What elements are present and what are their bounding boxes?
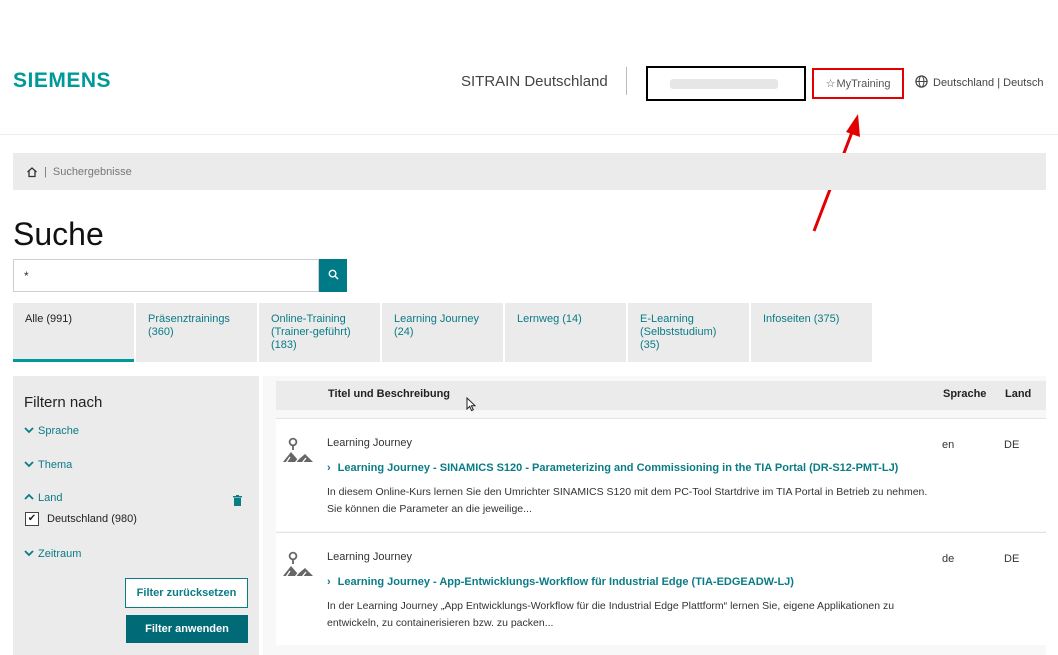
search-button[interactable] [319,259,347,292]
header-separator [0,134,1058,135]
redacted-user-field [646,66,806,101]
result-title: Learning Journey - App-Entwicklungs-Work… [337,576,794,588]
result-title-link[interactable]: › Learning Journey - SINAMICS S120 - Par… [327,462,898,474]
results-panel: Titel und Beschreibung Sprache Land Lear… [263,376,1046,655]
learning-journey-icon [281,550,315,585]
column-language[interactable]: Sprache [943,388,986,400]
mouse-cursor-icon [466,396,477,415]
tab-e-learning[interactable]: E-Learning (Selbststudium) (35) [628,303,749,362]
tab-online-training[interactable]: Online-Training (Trainer-geführt) (183) [259,303,380,362]
chevron-down-icon [24,548,34,560]
results-header: Titel und Beschreibung Sprache Land [276,381,1046,412]
result-row: Learning Journey › Learning Journey - SI… [276,418,1046,531]
facet-zeitraum[interactable]: Zeitraum [24,548,81,560]
apply-filter-button[interactable]: Filter anwenden [126,615,248,643]
chevron-down-icon [24,459,34,471]
column-title[interactable]: Titel und Beschreibung [328,388,450,400]
facet-label: Zeitraum [38,548,82,560]
trash-icon[interactable] [233,493,242,511]
tab-alle[interactable]: Alle (991) [13,303,134,362]
mytraining-label: MyTraining [836,77,891,90]
redacted-blur [670,79,778,89]
facet-land[interactable]: Land [24,492,62,504]
result-language: de [942,553,955,565]
result-language: en [942,439,955,451]
chevron-right-icon: › [327,462,331,474]
result-category: Learning Journey [327,437,413,449]
result-title: Learning Journey - SINAMICS S120 - Param… [337,462,899,474]
tab-learning-journey[interactable]: Learning Journey (24) [382,303,503,362]
facet-sprache[interactable]: Sprache [24,425,79,437]
facet-thema[interactable]: Thema [24,459,72,471]
home-icon[interactable] [26,166,38,178]
tab-lernweg[interactable]: Lernweg (14) [505,303,626,362]
result-country: DE [1004,553,1020,565]
checkbox-checked[interactable]: ✔ [25,512,39,526]
tab-praesenztrainings[interactable]: Präsenztrainings (360) [136,303,257,362]
chevron-down-icon [24,425,34,437]
facet-label: Thema [38,459,73,471]
facet-label: Land [38,492,63,504]
site-title[interactable]: SITRAIN Deutschland [461,73,608,90]
learning-journey-icon [281,436,315,471]
breadcrumb: | Suchergebnisse [13,153,1046,190]
land-option-label: Deutschland (980) [47,513,137,525]
column-country[interactable]: Land [1005,388,1031,400]
result-description: In der Learning Journey „App Entwicklung… [327,600,895,629]
mytraining-link[interactable]: ☆ MyTraining [812,68,904,99]
breadcrumb-separator: | [44,165,47,178]
search-input[interactable] [13,259,319,292]
breadcrumb-current: Suchergebnisse [52,165,132,178]
chevron-up-icon [24,492,34,504]
result-tabs: Alle (991) Präsenztrainings (360) Online… [13,303,872,362]
filter-title: Filtern nach [24,394,103,411]
result-title-link[interactable]: › Learning Journey - App-Entwicklungs-Wo… [327,576,794,588]
star-icon: ☆ [825,78,836,90]
header-divider [626,67,627,95]
siemens-logo[interactable]: SIEMENS [13,69,111,93]
filter-sidebar: Filtern nach Sprache Thema Land ✔ Deutsc… [13,376,259,655]
tab-infoseiten[interactable]: Infoseiten (375) [751,303,872,362]
result-category: Learning Journey [327,551,413,563]
locale-selector[interactable]: Deutschland | Deutsch [915,75,1043,91]
locale-label: Deutschland | Deutsch [933,77,1044,89]
result-description: In diesem Online-Kurs lernen Sie den Umr… [327,486,928,515]
result-row: Learning Journey › Learning Journey - Ap… [276,532,1046,645]
chevron-right-icon: › [327,576,331,588]
search-icon [328,267,339,285]
result-country: DE [1004,439,1020,451]
page-title: Suche [13,216,104,252]
globe-icon [915,75,928,91]
facet-label: Sprache [38,425,79,437]
reset-filter-button[interactable]: Filter zurücksetzen [125,578,248,608]
land-option-deutschland[interactable]: ✔ Deutschland (980) [25,512,137,526]
